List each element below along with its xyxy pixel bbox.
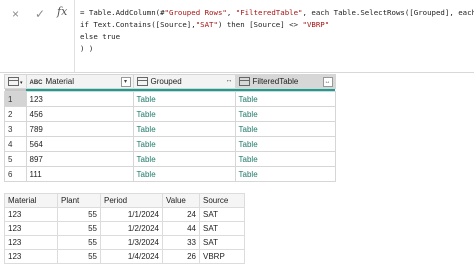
formula-text: ) ) — [80, 44, 94, 53]
result-row: 123 55 1/1/2024 24 SAT — [4, 207, 245, 222]
row-number[interactable]: 6 — [4, 166, 27, 182]
fx-icon[interactable]: fx — [57, 5, 67, 18]
grouped-table-link[interactable]: Table — [132, 106, 236, 122]
result-cell: 55 — [57, 207, 101, 222]
formula-divider — [74, 0, 75, 72]
grouped-table-link[interactable]: Table — [132, 121, 236, 137]
table-row: 6 111 Table Table — [4, 166, 336, 182]
table-row: 4 564 Table Table — [4, 136, 336, 152]
filter-dropdown-icon[interactable]: ▾ — [120, 77, 131, 87]
result-table: Material Plant Period Value Source 123 5… — [4, 193, 245, 264]
material-cell[interactable]: 564 — [25, 136, 134, 152]
material-cell[interactable]: 456 — [25, 106, 134, 122]
result-row: 123 55 1/3/2024 33 SAT — [4, 235, 245, 250]
result-cell: 1/2/2024 — [100, 221, 163, 236]
column-label: Grouped — [150, 76, 182, 86]
grouped-table-link[interactable]: Table — [132, 166, 236, 182]
formula-string: "VBRP" — [302, 20, 330, 29]
result-cell: 44 — [162, 221, 200, 236]
row-number[interactable]: 2 — [4, 106, 27, 122]
table-menu-button[interactable]: ▾ — [4, 74, 27, 89]
table-icon — [8, 77, 19, 87]
result-cell: SAT — [199, 221, 245, 236]
result-cell: 33 — [162, 235, 200, 250]
result-cell: 123 — [4, 221, 58, 236]
filtered-table-link[interactable]: Table — [234, 136, 336, 152]
formula-bar: × ✓ fx = Table.AddColumn(#"Grouped Rows"… — [0, 0, 474, 72]
formula-string: "FilteredTable" — [235, 8, 303, 17]
formula-string: "SAT" — [195, 20, 218, 29]
table-type-icon — [238, 77, 250, 87]
result-header-value: Value — [162, 193, 200, 208]
result-header-plant: Plant — [57, 193, 101, 208]
formula-text: = Table.AddColumn(# — [80, 8, 165, 17]
formula-text: if Text.Contains([Source], — [80, 20, 196, 29]
table-row: 3 789 Table Table — [4, 121, 336, 137]
result-cell: 55 — [57, 235, 101, 250]
material-cell[interactable]: 111 — [25, 166, 134, 182]
result-cell: 123 — [4, 249, 58, 264]
grouped-table-link[interactable]: Table — [132, 151, 236, 167]
result-cell: SAT — [199, 235, 245, 250]
filtered-table-link[interactable]: Table — [234, 166, 336, 182]
row-number[interactable]: 3 — [4, 121, 27, 137]
result-cell: 26 — [162, 249, 200, 264]
material-cell[interactable]: 123 — [25, 91, 134, 107]
result-row: 123 55 1/2/2024 44 SAT — [4, 221, 245, 236]
query-preview-grid: ▾ ABC Material ▾ Grouped ↔ FilteredTable … — [4, 74, 336, 182]
filtered-table-link[interactable]: Table — [234, 151, 336, 167]
column-label: FilteredTable — [252, 76, 299, 86]
cancel-icon[interactable]: × — [12, 7, 19, 21]
formula-bar-border — [0, 72, 474, 73]
formula-text: ) then [Source] <> — [217, 20, 303, 29]
result-cell: 55 — [57, 221, 101, 236]
grouped-table-link[interactable]: Table — [132, 91, 236, 107]
filtered-table-link[interactable]: Table — [234, 121, 336, 137]
expand-column-icon[interactable]: ↔ — [322, 77, 333, 87]
text-type-icon[interactable]: ABC — [30, 80, 43, 86]
confirm-icon[interactable]: ✓ — [35, 7, 45, 21]
column-label: Material — [45, 77, 74, 86]
result-header-row: Material Plant Period Value Source — [4, 193, 245, 208]
formula-text: , each Table.SelectRows([Grouped], each — [302, 8, 474, 17]
grouped-table-link[interactable]: Table — [132, 136, 236, 152]
row-number[interactable]: 4 — [4, 136, 27, 152]
row-number[interactable]: 5 — [4, 151, 27, 167]
column-header-filteredtable[interactable]: FilteredTable ↔ — [234, 74, 336, 89]
formula-editor[interactable]: = Table.AddColumn(#"Grouped Rows", "Filt… — [80, 7, 474, 55]
result-cell: 1/4/2024 — [100, 249, 163, 264]
table-row: 1 123 Table Table — [4, 91, 336, 107]
result-cell: SAT — [199, 207, 245, 222]
formula-text: else true — [80, 32, 121, 41]
result-cell: VBRP — [199, 249, 245, 264]
column-header-grouped[interactable]: Grouped ↔ — [132, 74, 236, 89]
result-header-source: Source — [199, 193, 245, 208]
result-cell: 1/3/2024 — [100, 235, 163, 250]
filtered-table-link[interactable]: Table — [234, 91, 336, 107]
result-header-material: Material — [4, 193, 58, 208]
row-number[interactable]: 1 — [4, 91, 27, 107]
material-cell[interactable]: 897 — [25, 151, 134, 167]
formula-text: , — [226, 8, 236, 17]
filtered-table-link[interactable]: Table — [234, 106, 336, 122]
material-cell[interactable]: 789 — [25, 121, 134, 137]
result-header-period: Period — [100, 193, 163, 208]
result-cell: 1/1/2024 — [100, 207, 163, 222]
expand-column-icon[interactable]: ↔ — [226, 77, 233, 84]
result-cell: 123 — [4, 235, 58, 250]
table-row: 2 456 Table Table — [4, 106, 336, 122]
result-cell: 24 — [162, 207, 200, 222]
result-cell: 123 — [4, 207, 58, 222]
result-cell: 55 — [57, 249, 101, 264]
result-row: 123 55 1/4/2024 26 VBRP — [4, 249, 245, 264]
table-type-icon — [136, 77, 148, 87]
column-header-material[interactable]: ABC Material ▾ — [25, 74, 134, 89]
table-row: 5 897 Table Table — [4, 151, 336, 167]
formula-string: "Grouped Rows" — [164, 8, 227, 17]
chevron-down-icon: ▾ — [20, 79, 23, 86]
